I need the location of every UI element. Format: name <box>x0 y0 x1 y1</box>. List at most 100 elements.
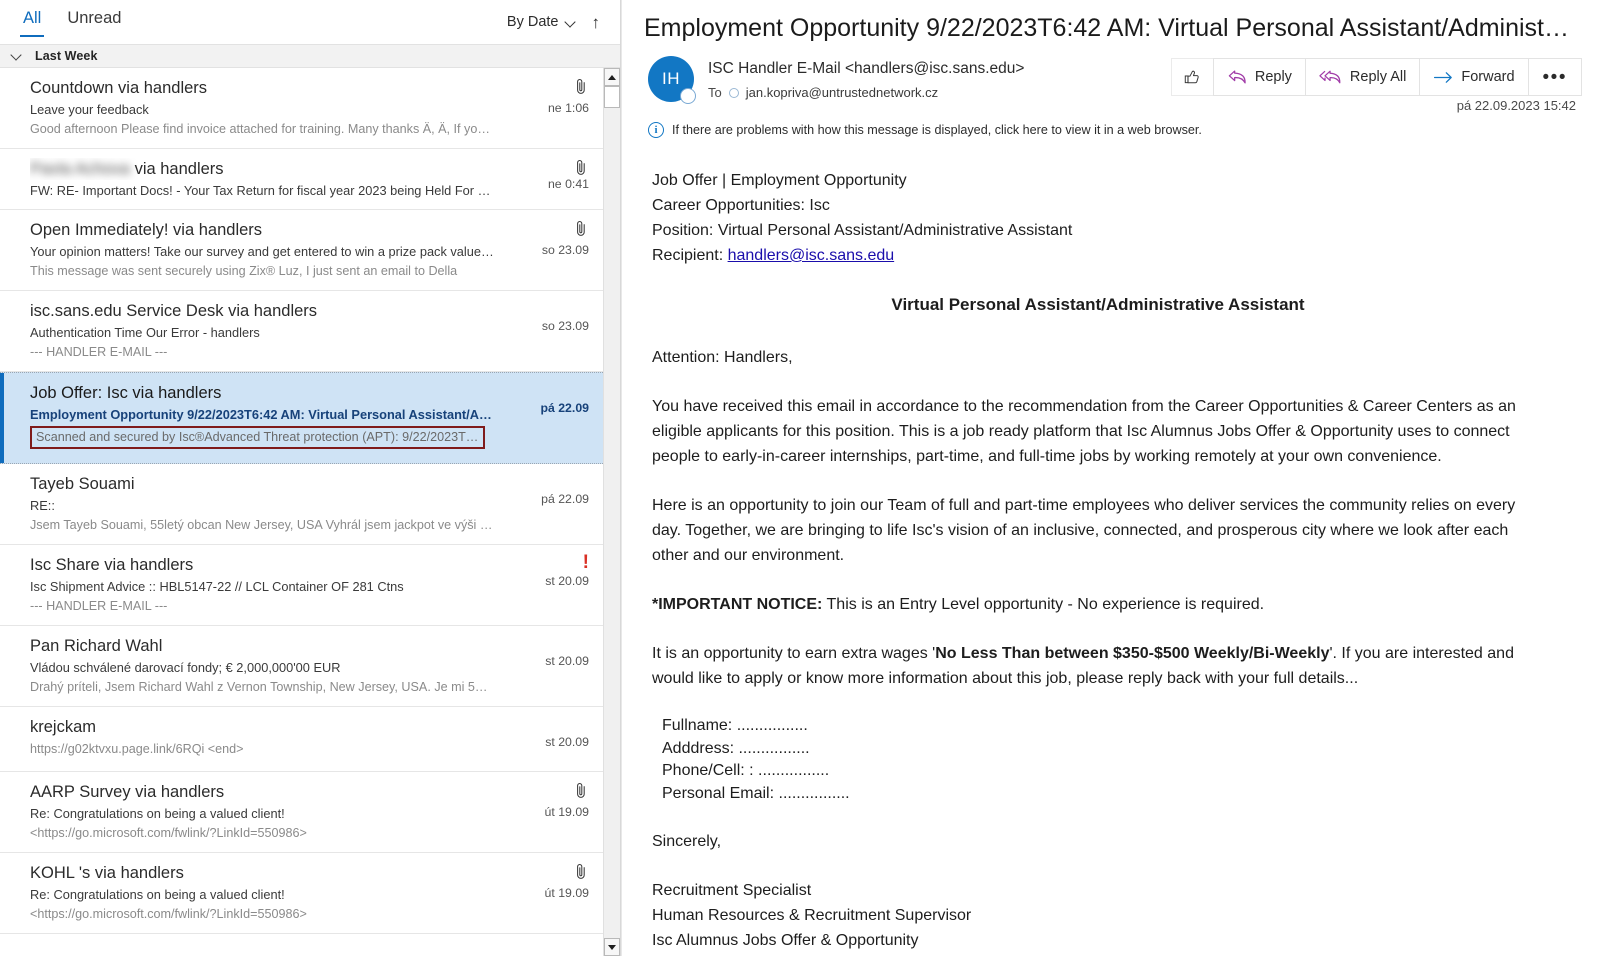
message-meta: pá 22.09 <box>507 401 589 415</box>
list-item-selected[interactable]: Job Offer: Isc via handlers Employment O… <box>0 372 603 464</box>
message-list-scrollbar[interactable] <box>603 68 620 956</box>
message-sender: AARP Survey via handlers <box>30 781 589 803</box>
sort-area: By Date ↑ <box>507 14 608 31</box>
body-requested-fields: Fullname: ................ Adddress: ...… <box>662 715 1544 805</box>
message-meta: ! st 20.09 <box>507 554 589 588</box>
list-item[interactable]: Pan Richard Wahl Vládou schválené darova… <box>0 626 603 707</box>
list-item[interactable]: Tayeb Souami RE:: Jsem Tayeb Souami, 55l… <box>0 464 603 545</box>
sort-by-date-button[interactable]: By Date <box>507 14 576 30</box>
web-view-infobar[interactable]: i If there are problems with how this me… <box>640 116 1584 142</box>
message-list-pane: All Unread By Date ↑ Last Week <box>0 0 621 956</box>
outlook-window: All Unread By Date ↑ Last Week <box>0 0 1600 956</box>
list-item[interactable]: isc.sans.edu Service Desk via handlers A… <box>0 291 603 372</box>
body-signature: Recruitment Specialist Human Resources &… <box>652 878 1544 956</box>
infobar-text: If there are problems with how this mess… <box>672 123 1202 137</box>
list-item[interactable]: Pavla Achova via handlers FW: RE- Import… <box>0 149 603 210</box>
scroll-up-button[interactable] <box>604 68 620 86</box>
tab-unread[interactable]: Unread <box>66 0 122 44</box>
reply-label: Reply <box>1255 69 1292 85</box>
list-item[interactable]: Open Immediately! via handlers Your opin… <box>0 210 603 291</box>
body-line-career: Career Opportunities: Isc <box>652 193 1544 218</box>
list-toolbar: All Unread By Date ↑ <box>0 0 620 44</box>
message-date: pá 22.09 <box>507 401 589 415</box>
reading-pane-inner: Employment Opportunity 9/22/2023T6:42 AM… <box>622 0 1600 956</box>
reply-all-arrow-icon <box>1319 69 1343 86</box>
message-preview: <https://go.microsoft.com/fwlink/?LinkId… <box>30 824 589 843</box>
message-meta: st 20.09 <box>507 654 589 668</box>
attachment-icon <box>573 158 589 178</box>
message-meta: so 23.09 <box>507 319 589 333</box>
message-sender: isc.sans.edu Service Desk via handlers <box>30 300 589 322</box>
message-sender: Job Offer: Isc via handlers <box>30 382 589 404</box>
message-subject: Authentication Time Our Error - handlers <box>30 323 589 342</box>
message-sender: Tayeb Souami <box>30 473 589 495</box>
sort-direction-arrow-up-icon[interactable]: ↑ <box>592 14 601 31</box>
message-subject: Isc Shipment Advice :: HBL5147-22 // LCL… <box>30 577 589 596</box>
reply-all-button[interactable]: Reply All <box>1305 58 1420 96</box>
body-wages-paragraph: It is an opportunity to earn extra wages… <box>652 641 1544 691</box>
body-important-notice: *IMPORTANT NOTICE: This is an Entry Leve… <box>652 592 1544 617</box>
list-item[interactable]: AARP Survey via handlers Re: Congratulat… <box>0 772 603 853</box>
message-date: pá 22.09 <box>507 492 589 506</box>
message-subject: Leave your feedback <box>30 100 589 119</box>
message-date: út 19.09 <box>507 886 589 900</box>
message-list: Countdown via handlers Leave your feedba… <box>0 68 603 956</box>
wages-bold-text: No Less Than between $350-$500 Weekly/Bi… <box>935 645 1329 662</box>
message-sender: Countdown via handlers <box>30 77 589 99</box>
message-preview: <https://go.microsoft.com/fwlink/?LinkId… <box>30 905 589 924</box>
sender-info: ISC Handler E-Mail <handlers@isc.sans.ed… <box>708 54 1172 104</box>
message-date: so 23.09 <box>507 319 589 333</box>
body-sincerely: Sincerely, <box>652 829 1544 854</box>
message-date: pá 22.09.2023 15:42 <box>1457 98 1576 113</box>
message-date: st 20.09 <box>507 654 589 668</box>
message-sender: Open Immediately! via handlers <box>30 219 589 241</box>
tab-all[interactable]: All <box>22 0 42 44</box>
presence-indicator-icon <box>680 88 696 104</box>
more-actions-button[interactable]: ••• <box>1528 58 1582 96</box>
message-attachment-slot <box>507 158 589 182</box>
message-preview-annotated: Scanned and secured by Isc®Advanced Thre… <box>30 426 485 449</box>
list-item[interactable]: Countdown via handlers Leave your feedba… <box>0 68 603 149</box>
like-button[interactable] <box>1171 58 1214 96</box>
sender-address[interactable]: ISC Handler E-Mail <handlers@isc.sans.ed… <box>708 57 1172 81</box>
field-address: Adddress: ................ <box>662 738 1544 761</box>
tab-all-label: All <box>23 9 41 28</box>
to-label: To <box>708 82 722 104</box>
signature-line-2: Human Resources & Recruitment Supervisor <box>652 903 1544 928</box>
message-subject: Vládou schválené darovací fondy; € 2,000… <box>30 658 589 677</box>
message-preview: This message was sent securely using Zix… <box>30 262 589 281</box>
reading-pane: Employment Opportunity 9/22/2023T6:42 AM… <box>621 0 1600 956</box>
scrollbar-thumb[interactable] <box>604 86 620 108</box>
recipient-email-link[interactable]: handlers@isc.sans.edu <box>728 247 895 264</box>
message-date: ne 1:06 <box>507 101 589 115</box>
group-header-last-week[interactable]: Last Week <box>0 44 620 68</box>
forward-button[interactable]: Forward <box>1419 58 1528 96</box>
reply-button[interactable]: Reply <box>1213 58 1306 96</box>
message-meta: pá 22.09 <box>507 492 589 506</box>
reply-all-label: Reply All <box>1350 69 1406 85</box>
avatar: IH <box>648 56 694 102</box>
message-preview: https://g02ktvxu.page.link/6RQi <end> <box>30 740 589 759</box>
body-line-position: Position: Virtual Personal Assistant/Adm… <box>652 218 1544 243</box>
field-phone: Phone/Cell: : ................ <box>662 760 1544 783</box>
body-line-job-offer: Job Offer | Employment Opportunity <box>652 168 1544 193</box>
scroll-down-button[interactable] <box>604 938 620 956</box>
body-center-heading: Virtual Personal Assistant/Administrativ… <box>652 292 1544 317</box>
message-preview: Drahý príteli, Jsem Richard Wahl z Verno… <box>30 678 589 697</box>
reading-pane-scrollbar[interactable] <box>1590 0 1600 956</box>
message-meta: út 19.09 <box>507 862 589 900</box>
field-personal-email: Personal Email: ................ <box>662 783 1544 806</box>
body-head-lines: Job Offer | Employment Opportunity Caree… <box>652 168 1544 268</box>
page-title: Employment Opportunity 9/22/2023T6:42 AM… <box>640 0 1584 54</box>
list-item[interactable]: Isc Share via handlers Isc Shipment Advi… <box>0 545 603 626</box>
list-item[interactable]: krejckam https://g02ktvxu.page.link/6RQi… <box>0 707 603 772</box>
wages-pre-text: It is an opportunity to earn extra wages… <box>652 645 935 662</box>
ellipsis-icon: ••• <box>1543 68 1567 87</box>
list-scroll-wrapper: Countdown via handlers Leave your feedba… <box>0 68 620 956</box>
message-sender-suffix: via handlers <box>130 160 224 178</box>
message-sender: Pan Richard Wahl <box>30 635 589 657</box>
recipient-address[interactable]: jan.kopriva@untrustednetwork.cz <box>746 82 938 104</box>
message-date: út 19.09 <box>507 805 589 819</box>
presence-indicator-icon <box>729 88 739 98</box>
list-item[interactable]: KOHL 's via handlers Re: Congratulations… <box>0 853 603 934</box>
